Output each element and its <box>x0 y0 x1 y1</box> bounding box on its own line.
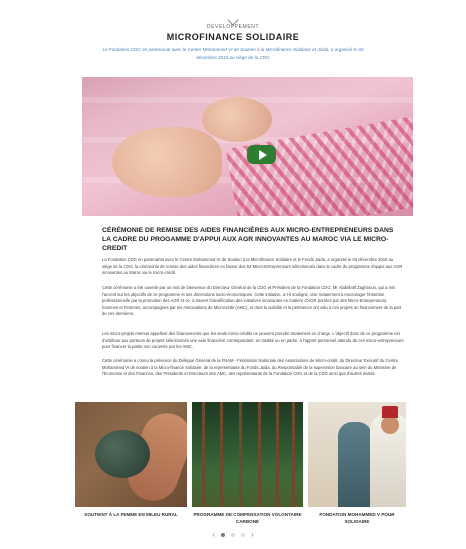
chevron-left-icon[interactable]: ‹ <box>212 531 215 539</box>
card-caption[interactable]: SOUTIENT À LA FEMME EN MILEU RURAL <box>75 512 187 519</box>
page: DÉVELOPPEMENT MICROFINANCE SOLIDAIRE La … <box>0 0 466 549</box>
pager-dot[interactable] <box>221 533 225 537</box>
tree-trunk <box>292 402 295 507</box>
card-image[interactable] <box>192 402 303 507</box>
section-kicker: DÉVELOPPEMENT <box>206 24 260 30</box>
related-cards: SOUTIENT À LA FEMME EN MILEU RURAL PROGR… <box>75 402 406 525</box>
tree-trunk <box>258 402 261 507</box>
card-fondation-mohammed-v[interactable]: FONDATION MOHAMMED V POUR SOLIDAIRE <box>308 402 406 525</box>
tree-trunk <box>239 402 242 507</box>
carousel-pager: ‹ › <box>0 531 466 539</box>
pager-dot[interactable] <box>231 533 235 537</box>
tree-trunk <box>202 402 205 507</box>
article-paragraph: Les micro-projets retenus appellent des … <box>102 331 404 349</box>
video-thumbnail-hand <box>112 127 222 197</box>
tree-trunk <box>220 402 223 507</box>
pager-dot[interactable] <box>241 533 245 537</box>
card-caption[interactable]: PROGRAMME DE COMPENSATION VOLONTAIRE CAR… <box>192 512 303 525</box>
article-paragraph: La Fondation CDG en partenariat avec le … <box>102 257 403 275</box>
card-image-pot <box>95 430 150 478</box>
page-title: MICROFINANCE SOLIDAIRE <box>166 32 300 42</box>
card-image-head <box>381 416 399 434</box>
card-image[interactable] <box>308 402 406 507</box>
play-icon[interactable] <box>247 145 276 164</box>
article-heading: CÉRÉMONIE DE REMISE DES AIDES FINANCIÈRE… <box>102 227 394 252</box>
card-image[interactable] <box>75 402 187 507</box>
card-caption[interactable]: FONDATION MOHAMMED V POUR SOLIDAIRE <box>308 512 406 525</box>
article-paragraph: Cette cérémonie a connu la présence du D… <box>102 358 399 376</box>
card-rural-women[interactable]: SOUTIENT À LA FEMME EN MILEU RURAL <box>75 402 187 519</box>
article-paragraph: Cette cérémonie a été ouverte par un mot… <box>102 285 402 316</box>
tree-trunk <box>276 402 279 507</box>
card-image-fez <box>382 406 398 418</box>
page-subtitle: La Fondation CDG en partenariat avec le … <box>102 47 364 60</box>
chevron-right-icon[interactable]: › <box>251 531 254 539</box>
card-carbon-compensation[interactable]: PROGRAMME DE COMPENSATION VOLONTAIRE CAR… <box>192 402 303 525</box>
video-thumbnail-hand <box>202 97 272 142</box>
card-image-figure <box>338 422 372 507</box>
